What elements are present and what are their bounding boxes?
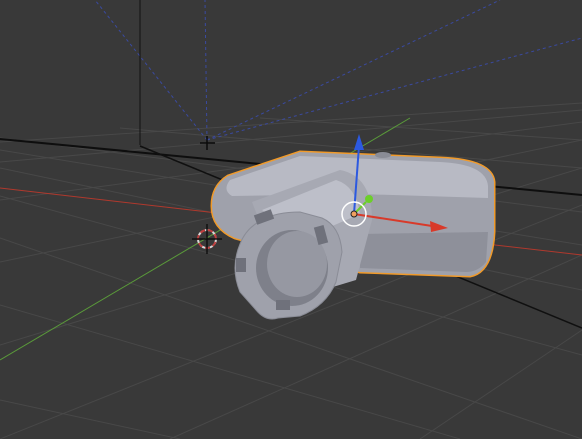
viewport-canvas[interactable] bbox=[0, 0, 582, 439]
cylinder-notch-left bbox=[236, 258, 246, 272]
box-side-face bbox=[360, 232, 488, 272]
object-origin-dot bbox=[350, 210, 358, 218]
3d-viewport[interactable] bbox=[0, 0, 582, 439]
manipulator-y-handle[interactable] bbox=[365, 195, 373, 203]
cylinder-notch-bottom bbox=[276, 300, 290, 310]
box-notch bbox=[375, 152, 391, 158]
